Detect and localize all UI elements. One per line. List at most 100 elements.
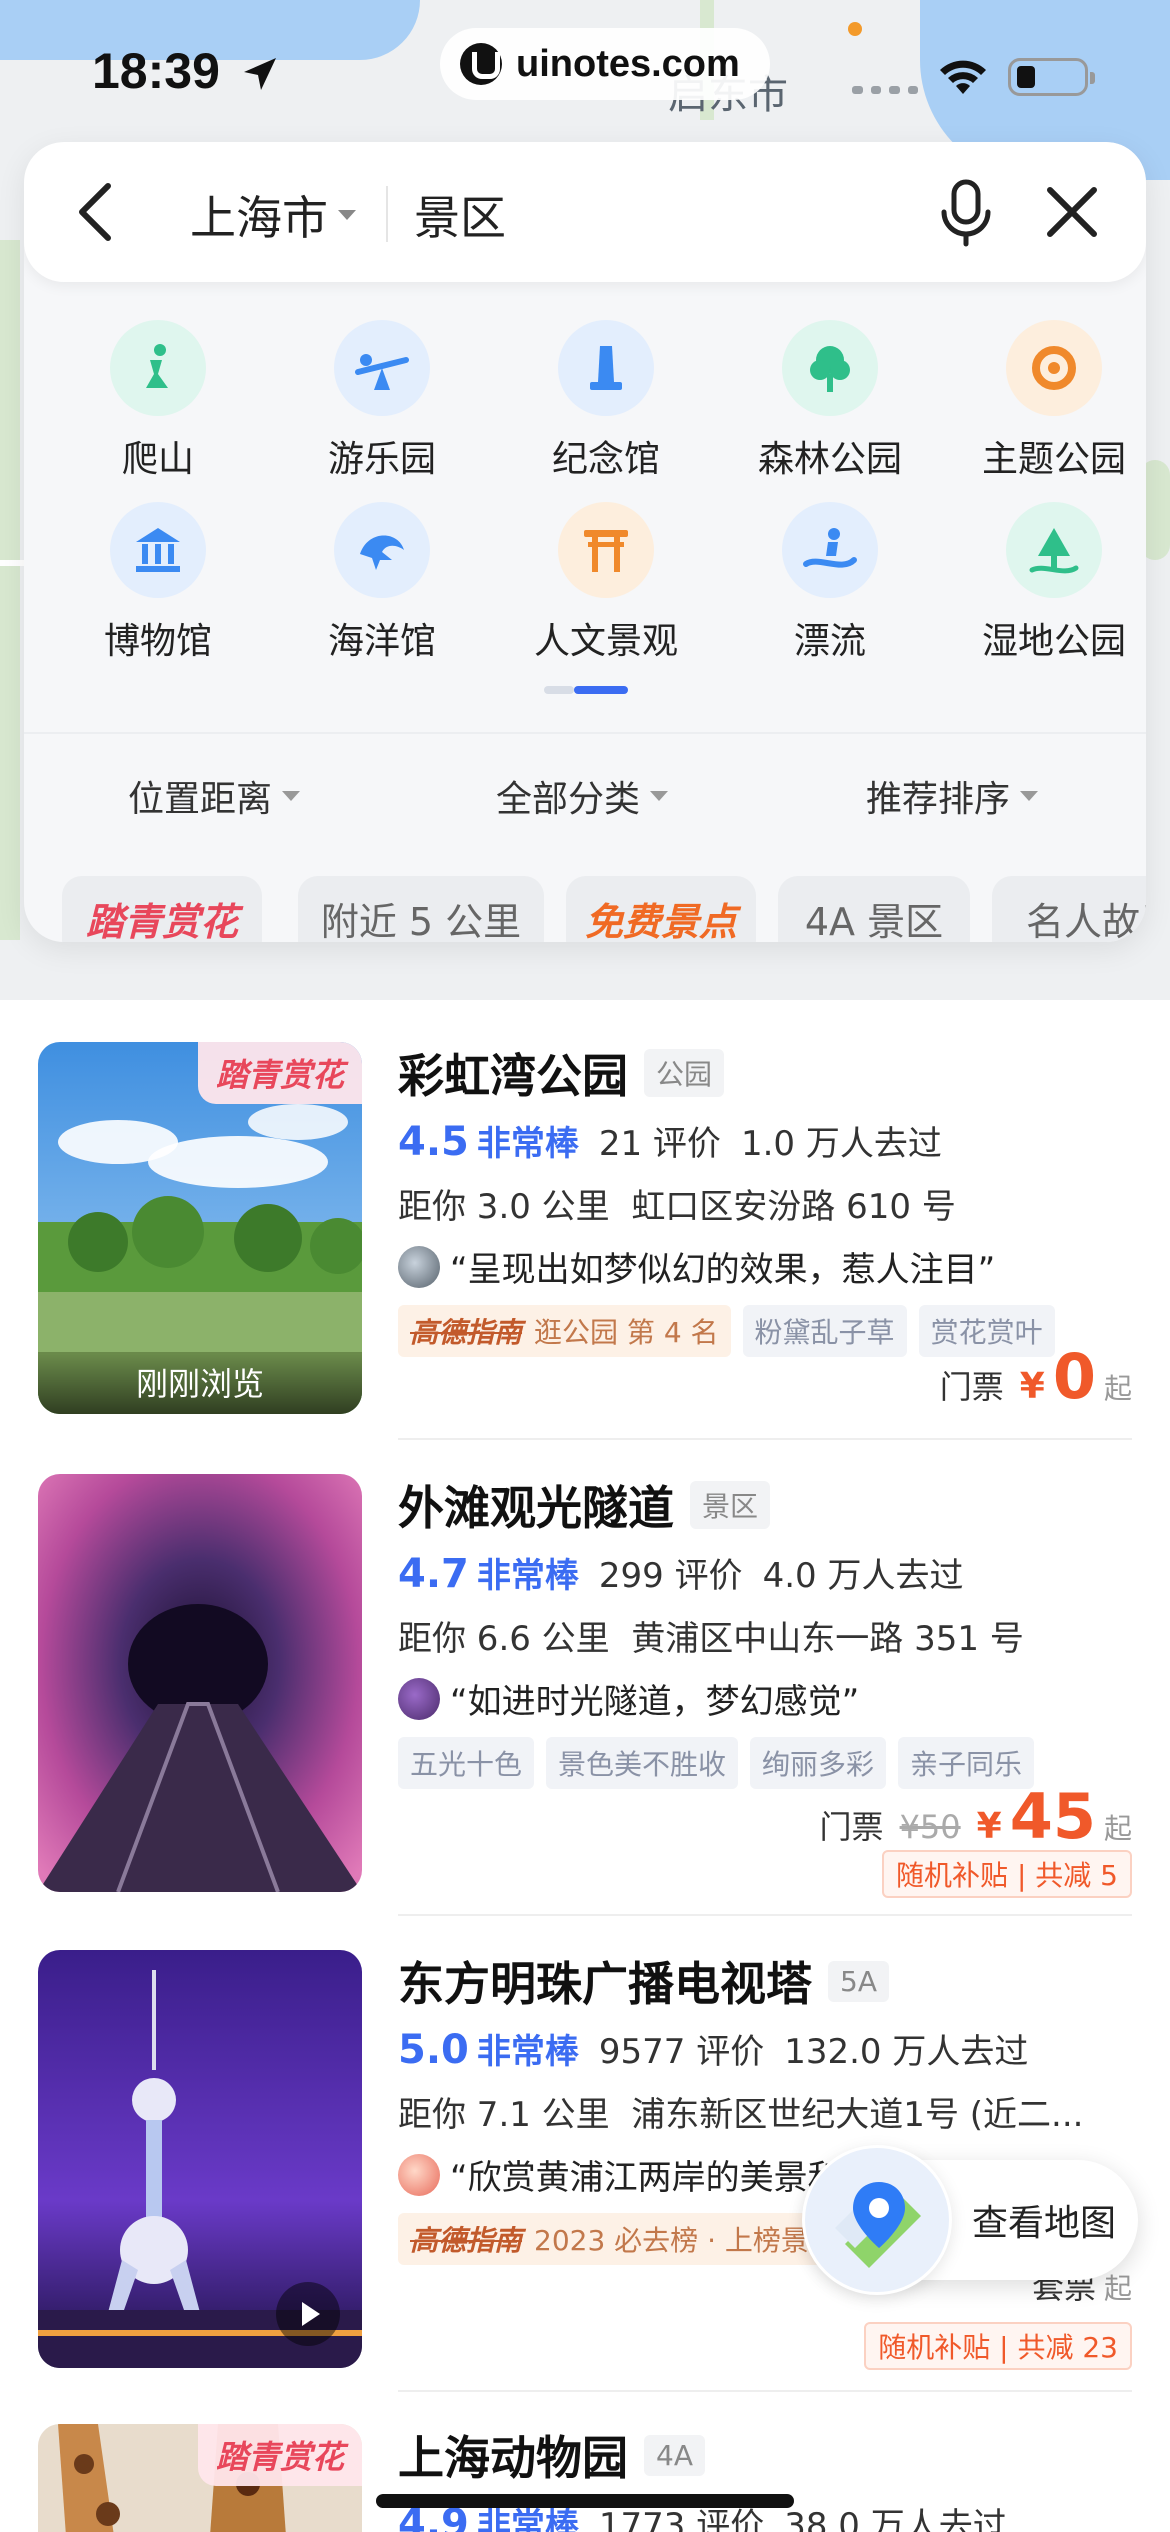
result-type-tag: 5A	[828, 1960, 889, 2002]
museum-icon	[110, 502, 206, 598]
rafting-icon	[782, 502, 878, 598]
result-title: 外滩观光隧道	[398, 1481, 674, 1535]
category-rafting[interactable]: 漂流	[730, 502, 930, 664]
ferris-wheel-icon	[1006, 320, 1102, 416]
list-divider	[398, 1438, 1132, 1440]
review-count: 299 评价	[598, 1556, 743, 1596]
category-memorial-hall[interactable]: 纪念馆	[506, 320, 706, 482]
chevron-down-icon	[1020, 791, 1039, 801]
rating-label: 非常棒	[476, 1556, 579, 1596]
visited-count: 1.0 万人去过	[740, 1124, 942, 1164]
thumbnail-badge: 踏青赏花	[197, 1042, 362, 1104]
result-card[interactable]: 踏青赏花 上海动物园 4A 4.9 非常棒 1773 评价 38.0 万人去过	[0, 2424, 1170, 2532]
filter-category[interactable]: 全部分类	[496, 770, 669, 822]
result-thumbnail	[38, 1950, 362, 2368]
list-divider	[398, 2390, 1132, 2392]
page-indicator	[544, 686, 628, 694]
torii-gate-icon	[558, 502, 654, 598]
review-quote: “如进时光隧道，梦幻感觉”	[398, 1674, 1132, 1723]
play-video-icon[interactable]	[276, 2282, 340, 2346]
seesaw-icon	[334, 320, 430, 416]
back-arrow-icon[interactable]	[68, 178, 128, 246]
url-text: uinotes.com	[516, 42, 740, 85]
price-value: 45	[1009, 1780, 1096, 1853]
wifi-icon	[940, 60, 986, 94]
view-map-label: 查看地图	[972, 2203, 1117, 2244]
review-count: 21 评价	[598, 1124, 721, 1164]
rating-score: 5.0	[398, 2027, 469, 2073]
search-input[interactable]: 景区	[414, 182, 506, 248]
status-bar: 18:39 uinotes.com	[0, 0, 1170, 140]
subsidy-badge: 随机补贴 | 共减 23	[864, 2322, 1132, 2370]
result-thumbnail: 踏青赏花	[38, 2424, 362, 2532]
uinotes-logo-icon	[460, 43, 502, 85]
chip-celebrity-residence[interactable]: 名人故居	[992, 876, 1146, 942]
filter-sort[interactable]: 推荐排序	[866, 770, 1039, 822]
price-row: 门票 ¥50 ¥ 45 起	[819, 1780, 1132, 1853]
review-quote: “呈现出如梦似幻的效果，惹人注目”	[398, 1242, 1132, 1291]
microphone-icon[interactable]	[934, 178, 998, 248]
search-bar: 上海市 景区	[24, 142, 1146, 282]
result-info: 彩虹湾公园 公园 4.5 非常棒 21 评价 1.0 万人去过 距你 3.0 公…	[398, 1042, 1132, 1357]
visited-count: 4.0 万人去过	[762, 1556, 964, 1596]
chevron-down-icon	[282, 791, 301, 801]
guide-rank-tag[interactable]: 高德指南 2023 必去榜 · 上榜景	[398, 2213, 821, 2265]
search-panel: 上海市 景区 爬山 游乐园 纪念馆 森林公园 主题公园 博物馆 海洋馆 人文景观…	[24, 142, 1146, 942]
result-title: 东方明珠广播电视塔	[398, 1957, 812, 2011]
mountain-climb-icon	[110, 320, 206, 416]
feature-tag: 五光十色	[398, 1737, 535, 1789]
battery-icon	[1008, 58, 1095, 96]
feature-tag: 粉黛乱子草	[742, 1305, 907, 1357]
result-title: 彩虹湾公园	[398, 1049, 628, 1103]
tree-icon	[782, 320, 878, 416]
category-hiking[interactable]: 爬山	[58, 320, 258, 482]
avatar	[398, 1245, 440, 1288]
status-time: 18:39	[92, 43, 220, 99]
category-museum[interactable]: 博物馆	[58, 502, 258, 664]
result-info: 外滩观光隧道 景区 4.7 非常棒 299 评价 4.0 万人去过 距你 6.6…	[398, 1474, 1132, 1789]
chevron-down-icon	[650, 791, 669, 801]
result-card[interactable]: 踏青赏花 刚刚浏览 彩虹湾公园 公园 4.5 非常棒 21 评价 1.0 万人去…	[0, 1042, 1170, 1434]
visited-count: 132.0 万人去过	[784, 2032, 1029, 2072]
rating-label: 非常棒	[476, 1124, 579, 1164]
list-divider	[398, 1914, 1132, 1916]
result-type-tag: 景区	[690, 1481, 771, 1529]
city-selector[interactable]: 上海市	[190, 182, 356, 248]
category-aquarium[interactable]: 海洋馆	[282, 502, 482, 664]
subsidy-badge: 随机补贴 | 共减 5	[882, 1850, 1132, 1898]
close-icon[interactable]	[1042, 182, 1102, 242]
url-pill: uinotes.com	[440, 28, 770, 100]
price-value: 0	[1052, 1340, 1096, 1413]
result-thumbnail: 踏青赏花 刚刚浏览	[38, 1042, 362, 1414]
cellular-signal-icon	[852, 86, 918, 94]
filter-distance[interactable]: 位置距离	[128, 770, 301, 822]
category-forest-park[interactable]: 森林公园	[730, 320, 930, 482]
location-arrow-icon	[244, 58, 276, 90]
search-divider	[386, 186, 388, 242]
category-theme-park[interactable]: 主题公园	[954, 320, 1146, 482]
home-indicator	[376, 2494, 794, 2508]
chip-free-attractions[interactable]: 免费景点	[566, 876, 756, 942]
review-count: 9577 评价	[598, 2032, 765, 2072]
rating-row: 4.5 非常棒 21 评价 1.0 万人去过	[398, 1116, 1132, 1165]
address-row: 距你 7.1 公里 浦东新区世纪大道1号 (近二...	[398, 2095, 1084, 2135]
avatar	[398, 2153, 440, 2196]
category-amusement-park[interactable]: 游乐园	[282, 320, 482, 482]
result-info: 上海动物园 4A 4.9 非常棒 1773 评价 38.0 万人去过	[398, 2424, 1132, 2532]
chip-4a-scenic[interactable]: 4A 景区	[778, 876, 970, 942]
guide-rank-tag[interactable]: 高德指南 逛公园 第 4 名	[398, 1305, 731, 1357]
dolphin-icon	[334, 502, 430, 598]
chevron-down-icon	[338, 210, 356, 220]
results-list: 踏青赏花 刚刚浏览 彩虹湾公园 公园 4.5 非常棒 21 评价 1.0 万人去…	[0, 1000, 1170, 2532]
feature-tag: 景色美不胜收	[546, 1737, 739, 1789]
monument-icon	[558, 320, 654, 416]
result-card[interactable]: 外滩观光隧道 景区 4.7 非常棒 299 评价 4.0 万人去过 距你 6.6…	[0, 1474, 1170, 1898]
city-label: 上海市	[190, 191, 328, 245]
chip-nearby-5km[interactable]: 附近 5 公里	[298, 876, 544, 942]
avatar	[398, 1677, 440, 1720]
category-cultural-landscape[interactable]: 人文景观	[506, 502, 706, 664]
view-map-button[interactable]: 查看地图	[802, 2145, 1138, 2295]
map-pin-icon	[802, 2145, 952, 2295]
category-wetland-park[interactable]: 湿地公园	[954, 502, 1146, 664]
chip-spring-flowers[interactable]: 踏青赏花	[62, 876, 262, 942]
